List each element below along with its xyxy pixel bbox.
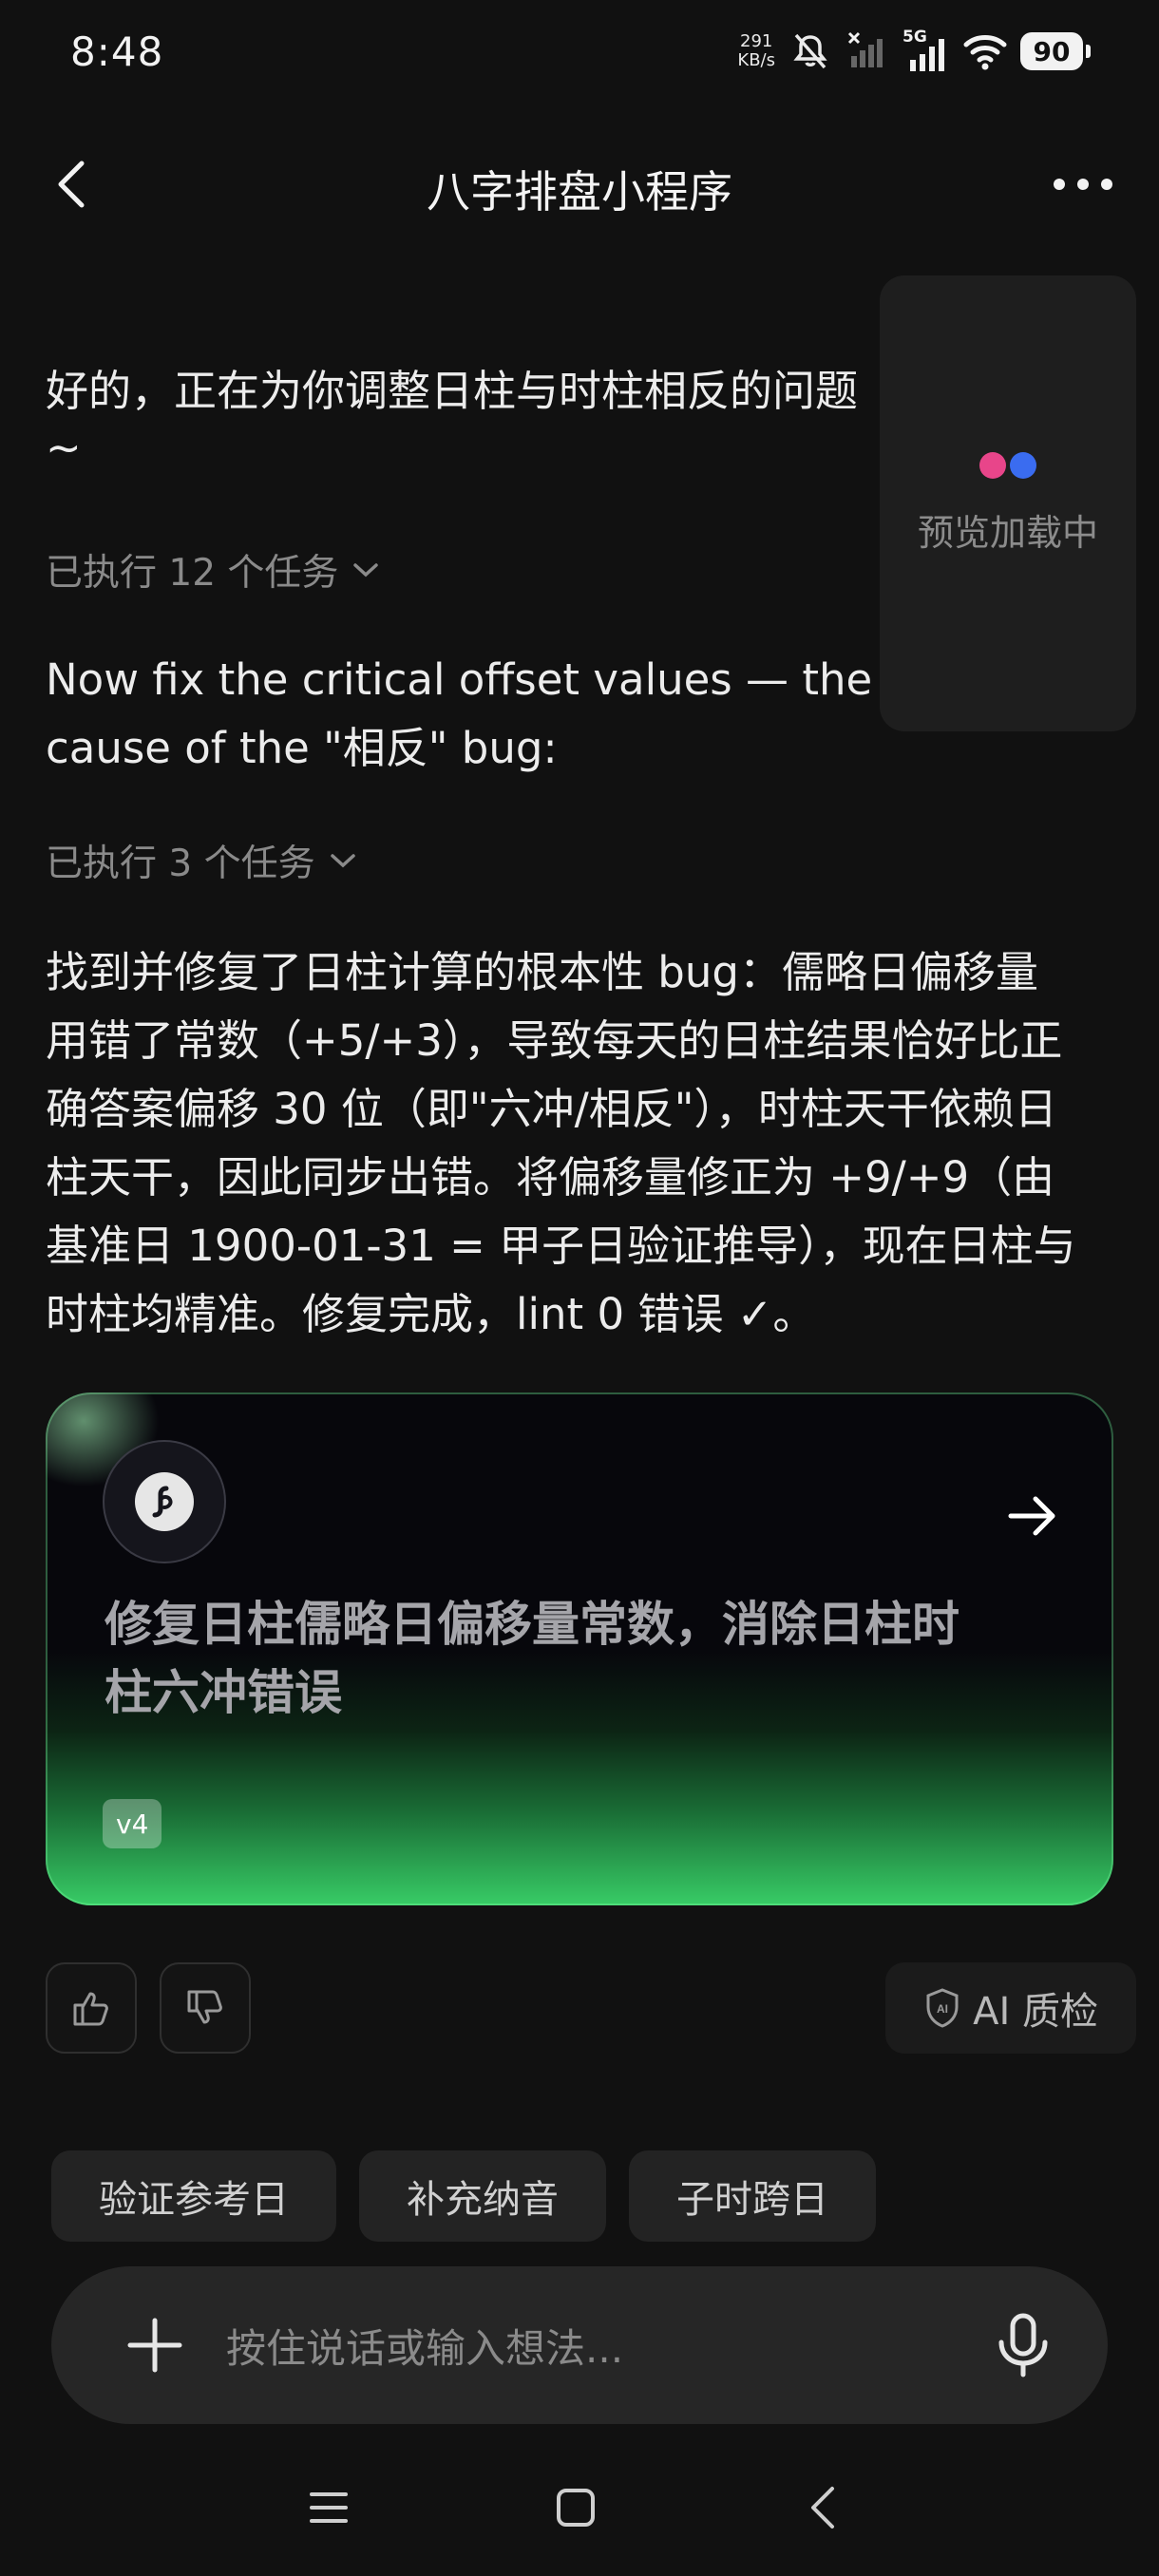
preview-panel[interactable]: 预览加载中 [880,275,1136,731]
version-card-title: 修复日柱儒略日偏移量常数，消除日柱时 柱六冲错误 [104,1597,960,1720]
version-card[interactable]: 修复日柱儒略日偏移量常数，消除日柱时 柱六冲错误 v4 [46,1392,1113,1905]
loading-dots [979,451,1036,479]
page-title: 八字排盘小程序 [427,166,732,218]
more-dots-icon [1054,179,1112,190]
wifi-icon [963,35,1007,70]
microphone-icon [998,2313,1048,2377]
status-icons: 291 KB/s 5G 90 [737,27,1091,76]
menu-icon [310,2492,348,2523]
system-navigation-bar [0,2460,1159,2555]
svg-text:AI: AI [937,2002,948,2016]
square-icon [557,2489,595,2527]
voice-input-button[interactable] [980,2302,1066,2388]
preview-loading-label: 预览加载中 [917,511,1098,554]
thumbs-up-icon [73,1992,108,2026]
shield-ai-icon: AI [926,1988,959,2028]
network-speed: 291 KB/s [737,31,775,70]
message-input-bar: 按住说话或输入想法... [51,2266,1108,2424]
link-icon [152,1486,173,1518]
mini-program-icon [103,1440,226,1563]
add-attachment-button[interactable] [112,2302,198,2388]
suggestion-chips: 验证参考日 补充纳音 子时跨日 [51,2150,876,2242]
tasks-executed-toggle-2[interactable]: 已执行 3 个任务 [46,834,357,887]
tasks-executed-toggle-1[interactable]: 已执行 12 个任务 [46,543,380,597]
thumbs-down-button[interactable] [160,1962,251,2054]
status-bar: 8:48 291 KB/s 5G 90 [0,0,1159,104]
title-bar: 八字排盘小程序 [0,133,1159,237]
thumbs-up-button[interactable] [46,1962,137,2054]
message-input[interactable]: 按住说话或输入想法... [226,2317,980,2375]
recent-apps-button[interactable] [291,2473,367,2542]
plus-icon [127,2318,182,2373]
signal-5g-icon: 5G [902,28,950,73]
suggestion-chip[interactable]: 补充纳音 [359,2150,606,2242]
ai-quality-check-button[interactable]: AI AI 质检 [885,1962,1136,2054]
suggestion-chip[interactable]: 验证参考日 [51,2150,336,2242]
system-back-button[interactable] [785,2473,861,2542]
arrow-right-icon [1008,1496,1055,1536]
battery-indicator: 90 [1020,32,1091,70]
home-button[interactable] [538,2473,614,2542]
loading-dot-pink [979,451,1006,479]
mute-bell-icon [793,33,827,69]
loading-dot-blue [1010,451,1036,479]
thumbs-down-icon [187,1990,222,2024]
chevron-left-icon [811,2487,834,2529]
suggestion-chip[interactable]: 子时跨日 [629,2150,876,2242]
version-badge: v4 [103,1799,162,1848]
summary-message: 找到并修复了日柱计算的根本性 bug：儒略日偏移量 用错了常数（+5/+3），导… [46,947,1076,1339]
status-time: 8:48 [70,28,164,75]
more-options-button[interactable] [1045,150,1121,218]
chevron-down-icon [353,563,379,578]
chevron-down-icon [330,854,355,868]
signal-no-service-icon [847,31,883,67]
